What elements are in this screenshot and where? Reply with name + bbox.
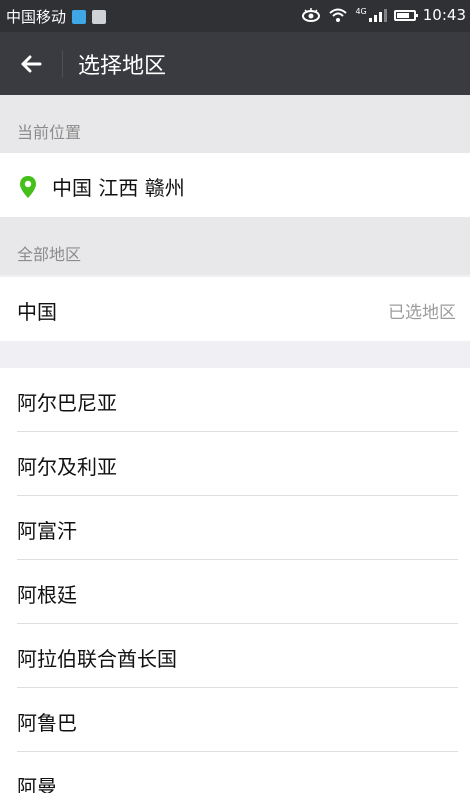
list-item[interactable]: 阿鲁巴	[0, 688, 470, 752]
header-divider	[62, 50, 63, 78]
current-location-header: 当前位置	[0, 95, 470, 153]
section-gap	[0, 341, 470, 368]
status-bar-right: 4G 10:43	[301, 6, 466, 24]
list-item[interactable]: 阿尔巴尼亚	[0, 368, 470, 432]
region-label: 阿鲁巴	[17, 711, 77, 735]
all-regions-header: 全部地区	[0, 217, 470, 275]
list-item[interactable]: 阿尔及利亚	[0, 432, 470, 496]
region-label: 阿拉伯联合酋长国	[17, 647, 177, 671]
current-location-title: 当前位置	[17, 123, 82, 142]
arrow-left-icon	[21, 55, 42, 73]
list-item[interactable]: 阿富汗	[0, 496, 470, 560]
signal-bars	[368, 8, 387, 22]
status-bar: 中国移动 4G 10:43	[0, 0, 470, 32]
current-location-row[interactable]: 中国 江西 赣州	[0, 153, 470, 217]
region-list: 阿尔巴尼亚 阿尔及利亚 阿富汗 阿根廷 阿拉伯联合酋长国 阿鲁巴 阿曼	[0, 368, 470, 793]
carrier-name: 中国移动	[6, 8, 67, 26]
page-title: 选择地区	[78, 54, 167, 79]
status-bar-left: 中国移动	[6, 6, 107, 27]
selected-hint-label: 已选地区	[388, 303, 456, 323]
battery-icon	[393, 9, 418, 21]
all-regions-title: 全部地区	[17, 245, 82, 264]
wifi-icon	[329, 8, 348, 22]
top-bar: 选择地区	[0, 32, 470, 95]
region-label: 阿根廷	[17, 583, 77, 607]
app-notification-icon	[72, 9, 87, 24]
region-label: 阿富汗	[17, 519, 77, 543]
list-item[interactable]: 阿曼	[0, 752, 470, 793]
selected-country-row[interactable]: 中国 已选地区	[0, 277, 470, 341]
list-item[interactable]: 阿拉伯联合酋长国	[0, 624, 470, 688]
eye-icon	[302, 8, 321, 22]
region-label: 阿尔及利亚	[17, 455, 117, 479]
image-notification-icon	[92, 9, 107, 24]
selected-country-label: 中国	[17, 300, 57, 324]
current-location-label: 中国 江西 赣州	[52, 176, 185, 200]
location-pin-icon	[20, 176, 36, 198]
status-time: 10:43	[422, 6, 466, 24]
region-label: 阿尔巴尼亚	[17, 391, 117, 415]
region-label: 阿曼	[17, 775, 57, 793]
cellular-signal-icon: 4G	[355, 7, 387, 22]
network-type-label: 4G	[355, 7, 367, 16]
list-item[interactable]: 阿根廷	[0, 560, 470, 624]
back-button[interactable]	[16, 49, 46, 79]
